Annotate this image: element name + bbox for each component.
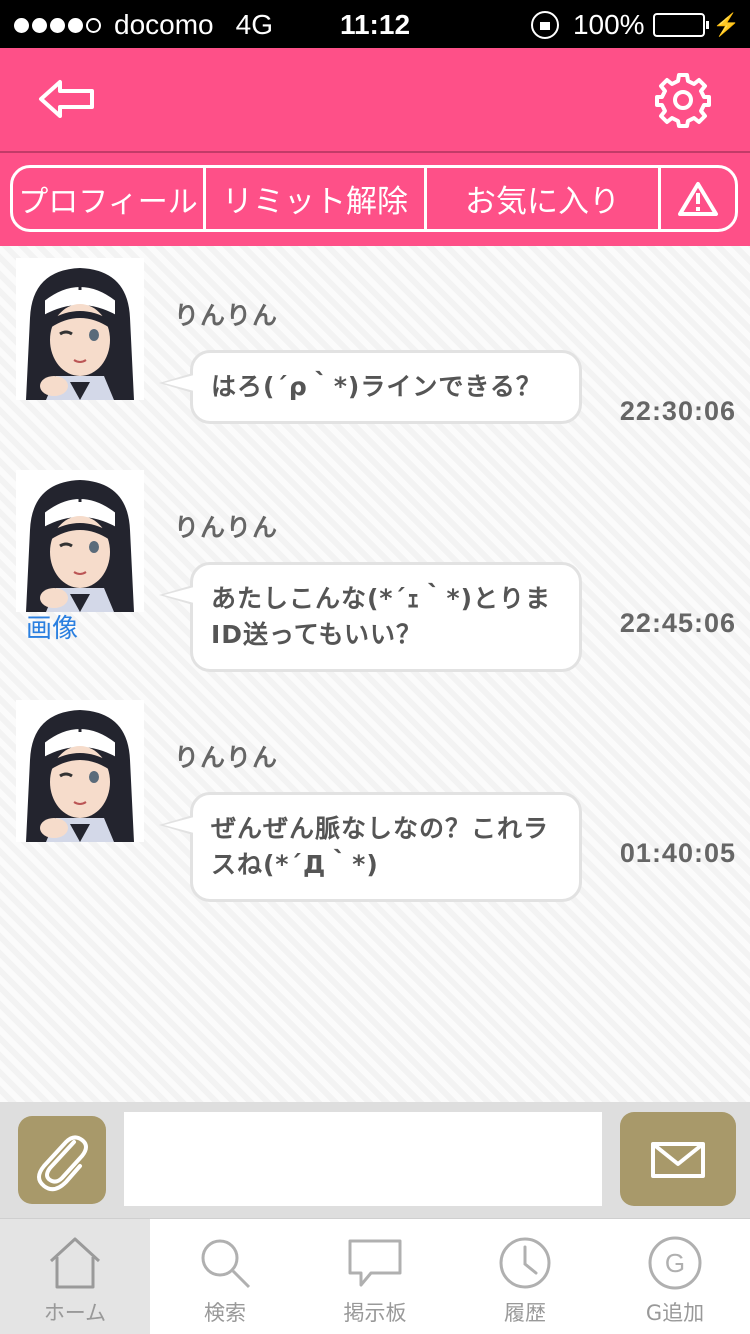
- search-icon: [201, 1239, 251, 1289]
- nav-home[interactable]: ホーム: [0, 1219, 150, 1334]
- chat-message: りんりん ぜんぜん脈なしなの？これラスね(*´Д｀*) 01:40:05: [0, 688, 750, 902]
- message-bubble: ぜんぜん脈なしなの？これラスね(*´Д｀*): [159, 792, 582, 902]
- nav-label: ホーム: [43, 1301, 107, 1325]
- message-input[interactable]: [124, 1112, 602, 1206]
- sender-name: りんりん: [174, 301, 279, 330]
- warning-icon: [678, 181, 718, 216]
- nav-label: 履歴: [504, 1301, 546, 1325]
- nav-g-add[interactable]: G G追加: [600, 1219, 750, 1334]
- tab-profile[interactable]: プロフィール: [13, 168, 206, 229]
- g-circle-icon: G: [648, 1236, 702, 1290]
- nav-board[interactable]: 掲示板: [300, 1219, 450, 1334]
- home-icon: [49, 1237, 101, 1289]
- chat-area[interactable]: りんりん はろ(´ρ｀*)ラインできる？ 22:30:06 画像 りんりん あた…: [0, 246, 750, 1102]
- battery-percent: 100%: [572, 9, 645, 40]
- paperclip-icon: [37, 1135, 88, 1192]
- status-bar: docomo 4G 11:12 100% ⚡: [0, 0, 750, 48]
- envelope-icon: [651, 1142, 705, 1178]
- gear-icon: [655, 73, 711, 128]
- status-bar-right: 100% ⚡: [530, 9, 740, 41]
- message-time: 22:45:06: [619, 608, 736, 638]
- svg-text:G: G: [665, 1248, 685, 1278]
- header-divider: [0, 151, 750, 153]
- nav-label: 検索: [204, 1301, 246, 1325]
- avatar[interactable]: [16, 258, 144, 400]
- message-composer: [0, 1102, 750, 1218]
- chat-message: りんりん はろ(´ρ｀*)ラインできる？ 22:30:06: [0, 246, 750, 446]
- sender-name: りんりん: [174, 513, 279, 542]
- charging-icon: ⚡: [712, 12, 740, 37]
- chat-bubble-icon: [348, 1239, 402, 1287]
- image-link[interactable]: 画像: [26, 608, 78, 645]
- avatar[interactable]: [16, 700, 144, 842]
- battery-icon: [652, 13, 709, 37]
- tab-favorite[interactable]: お気に入り: [427, 168, 661, 229]
- back-arrow-icon: [39, 80, 94, 118]
- settings-button[interactable]: [654, 72, 712, 128]
- back-button[interactable]: [38, 78, 96, 120]
- app-header: プロフィール リミット解除 お気に入り: [0, 48, 750, 246]
- message-bubble: あたしこんな(*´ｪ｀*)とりまID送ってもいい？: [159, 562, 582, 672]
- bottom-nav: ホーム 検索 掲示板 履歴 G G追加: [0, 1218, 750, 1334]
- message-time: 01:40:05: [619, 838, 736, 868]
- nav-label: 掲示板: [343, 1301, 407, 1325]
- tab-report[interactable]: [661, 168, 735, 229]
- profile-tab-bar: プロフィール リミット解除 お気に入り: [10, 165, 738, 232]
- chat-message: 画像 りんりん あたしこんな(*´ｪ｀*)とりまID送ってもいい？ 22:45:…: [0, 458, 750, 672]
- tab-limit-release[interactable]: リミット解除: [206, 168, 427, 229]
- avatar[interactable]: [16, 470, 144, 612]
- nav-history[interactable]: 履歴: [450, 1219, 600, 1334]
- clock-icon: [499, 1237, 551, 1289]
- attach-button[interactable]: [18, 1116, 106, 1204]
- rotation-lock-icon: [530, 11, 559, 39]
- message-bubble: はろ(´ρ｀*)ラインできる？: [159, 350, 582, 424]
- nav-label: G追加: [645, 1301, 705, 1325]
- nav-search[interactable]: 検索: [150, 1219, 300, 1334]
- sender-name: りんりん: [174, 743, 279, 772]
- send-button[interactable]: [620, 1112, 736, 1206]
- message-time: 22:30:06: [619, 396, 736, 426]
